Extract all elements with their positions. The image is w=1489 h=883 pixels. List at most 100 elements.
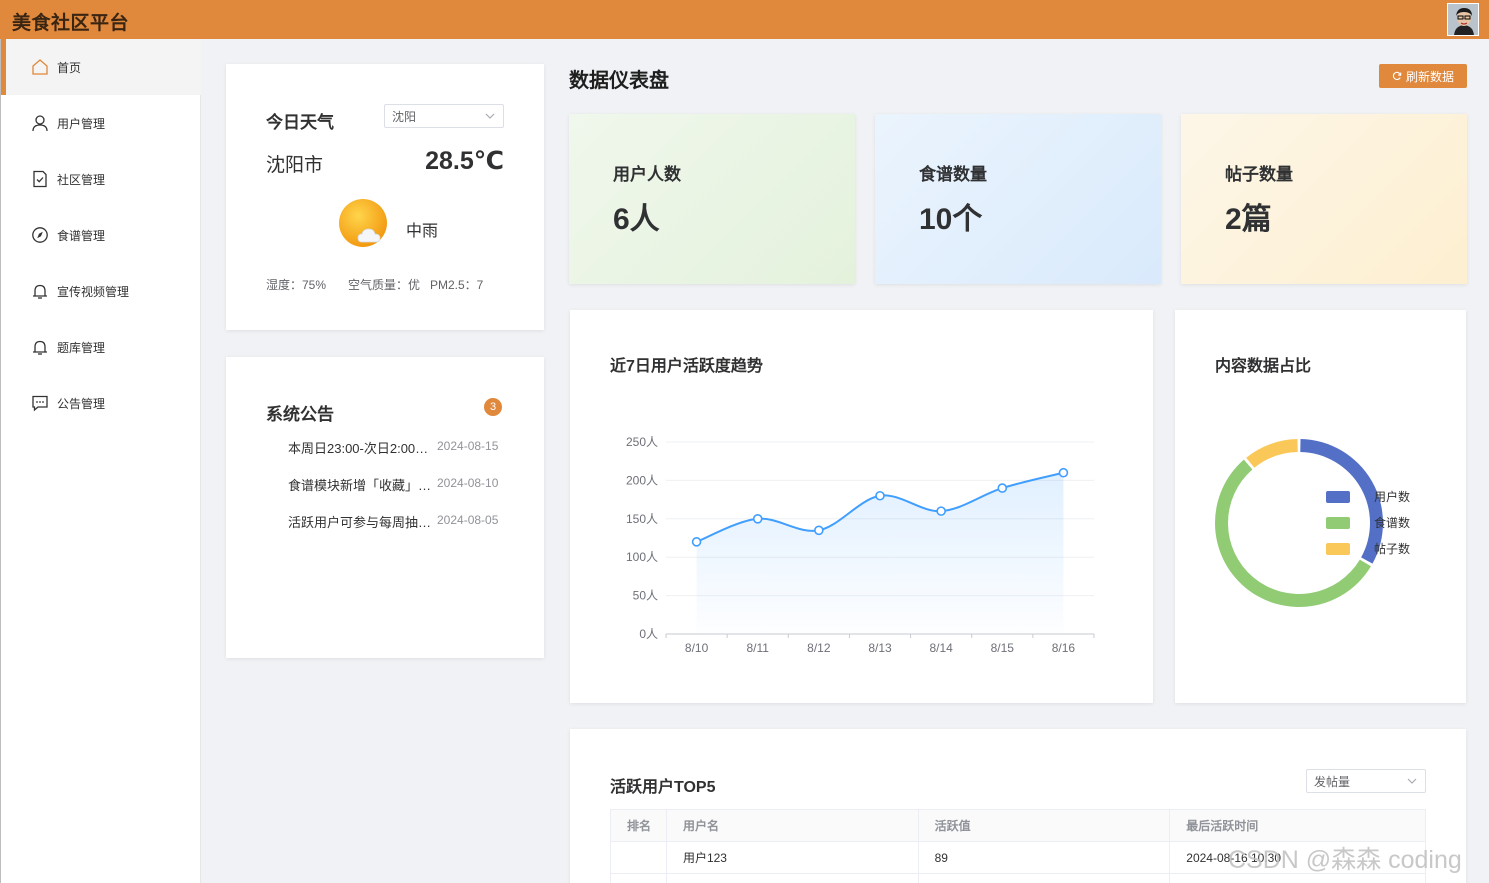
chevron-down-icon <box>1407 778 1417 784</box>
notice-card: 系统公告 3 本周日23:00-次日2:00系统维护 2024-08-15 食谱… <box>226 357 544 658</box>
sidebar-item-user-management[interactable]: 用户管理 <box>1 95 201 151</box>
sidebar-item-label: 食谱管理 <box>57 229 106 243</box>
column-header-activity[interactable]: 活跃值 <box>917 809 1171 842</box>
sidebar-item-recipe-management[interactable]: 食谱管理 <box>1 207 201 263</box>
sidebar-item-label: 公告管理 <box>57 397 106 411</box>
column-header-rank[interactable]: 排名 <box>610 809 667 842</box>
stat-label: 用户人数 <box>613 165 681 184</box>
city-select[interactable]: 沈阳 <box>384 104 504 128</box>
sidebar-item-community-management[interactable]: 社区管理 <box>1 151 201 207</box>
data-point[interactable] <box>691 537 702 547</box>
temperature: 28.5℃ <box>425 147 504 175</box>
dashboard-title: 数据仪表盘 <box>569 70 669 92</box>
top-users-title: 活跃用户TOP5 <box>610 779 716 796</box>
notice-item[interactable]: 活跃用户可参与每周抽奖活动 2024-08-05 <box>288 512 528 532</box>
data-point[interactable] <box>997 483 1008 493</box>
stat-card-users: 用户人数 6人 <box>569 114 855 284</box>
sidebar-item-question-bank-management[interactable]: 题库管理 <box>1 319 201 375</box>
data-point[interactable] <box>814 525 824 536</box>
data-point[interactable] <box>752 514 763 524</box>
data-point[interactable] <box>1058 467 1069 478</box>
y-tick-label: 0人 <box>639 627 658 641</box>
x-tick-label: 8/10 <box>685 641 709 655</box>
cell-rank <box>610 841 667 874</box>
stat-card-posts: 帖子数量 2篇 <box>1181 114 1467 284</box>
table-header-row: 排名 用户名 活跃值 最后活跃时间 <box>610 809 1426 842</box>
cell-activity: 89 <box>917 841 1171 874</box>
legend-swatch[interactable] <box>1326 491 1350 503</box>
legend-swatch[interactable] <box>1326 543 1350 555</box>
x-tick-label: 8/14 <box>929 641 953 655</box>
watermark: CSDN @森森 coding <box>1228 846 1462 874</box>
x-tick-label: 8/16 <box>1052 641 1076 655</box>
top-bar: 美食社区平台 <box>0 0 1489 39</box>
pie-slice[interactable] <box>1215 459 1371 607</box>
content-share-card: 内容数据占比 用户数 食谱数 帖子数 <box>1175 310 1466 703</box>
y-tick-label: 150人 <box>626 512 658 526</box>
user-icon <box>32 115 48 132</box>
x-tick-label: 8/11 <box>746 641 769 655</box>
legend-label[interactable]: 帖子数 <box>1374 541 1410 556</box>
bell-icon <box>33 284 47 299</box>
stat-value: 2篇 <box>1225 203 1272 236</box>
humidity: 湿度：75% <box>266 278 327 292</box>
cell-username: 用户123 <box>665 841 919 874</box>
pm25: PM2.5：7 <box>430 278 484 292</box>
y-tick-label: 100人 <box>626 550 658 564</box>
data-point[interactable] <box>875 490 885 501</box>
weather-card: 今日天气 沈阳 沈阳市 28.5℃ 中雨 湿度：75% 空气质量：优 PM2.5… <box>226 64 544 330</box>
notice-date: 2024-08-10 <box>437 476 499 490</box>
chat-icon <box>32 395 48 412</box>
weather-icon <box>338 198 392 250</box>
y-tick-label: 200人 <box>626 473 658 487</box>
y-tick-label: 50人 <box>633 589 658 603</box>
legend-label[interactable]: 用户数 <box>1374 489 1410 504</box>
sidebar-item-announcement-management[interactable]: 公告管理 <box>1 375 201 431</box>
stat-card-recipes: 食谱数量 10个 <box>875 114 1161 284</box>
refresh-data-button[interactable]: 刷新数据 <box>1379 64 1467 88</box>
chevron-down-icon <box>485 113 495 119</box>
x-tick-label: 8/13 <box>868 641 892 655</box>
notice-title: 系统公告 <box>266 405 334 424</box>
column-header-username[interactable]: 用户名 <box>665 809 919 842</box>
refresh-icon <box>1392 71 1402 80</box>
air-quality: 空气质量：优 <box>348 278 421 292</box>
sidebar-item-label: 首页 <box>57 61 82 75</box>
user-avatar[interactable] <box>1447 3 1479 36</box>
sidebar-item-label: 用户管理 <box>57 117 106 131</box>
notice-item[interactable]: 食谱模块新增「收藏」功能 2024-08-10 <box>288 475 528 495</box>
stat-value: 10个 <box>919 203 983 236</box>
stat-label: 食谱数量 <box>919 165 987 184</box>
app-title: 美食社区平台 <box>12 13 130 34</box>
notice-date: 2024-08-05 <box>437 513 499 527</box>
notice-item[interactable]: 本周日23:00-次日2:00系统维护 2024-08-15 <box>288 438 528 458</box>
city-name: 沈阳市 <box>266 155 324 176</box>
stat-value: 6人 <box>613 203 660 236</box>
stat-label: 帖子数量 <box>1225 165 1293 184</box>
trend-chart-card: 近7日用户活跃度趋势 0人 50人 100人 150人 200人 250人 8/10 8/11… <box>570 310 1153 703</box>
notice-text: 活跃用户可参与每周抽奖活动 <box>288 515 432 530</box>
sort-select-value: 发帖量 <box>1314 774 1351 789</box>
weather-title: 今日天气 <box>266 113 334 132</box>
home-icon <box>32 59 48 75</box>
document-check-icon <box>33 170 47 188</box>
legend-label[interactable]: 食谱数 <box>1374 515 1410 530</box>
sidebar-item-home[interactable]: 首页 <box>1 39 201 95</box>
legend-swatch[interactable] <box>1326 517 1350 529</box>
notice-count-badge: 3 <box>484 398 502 416</box>
column-header-last-active[interactable]: 最后活跃时间 <box>1169 809 1426 842</box>
sort-select[interactable]: 发帖量 <box>1306 769 1426 793</box>
sidebar: 首页 用户管理 社区管理 食谱管理 宣传视频管理 题库管理 公告管理 <box>0 39 201 883</box>
sidebar-item-label: 宣传视频管理 <box>57 285 130 299</box>
sidebar-item-promo-video-management[interactable]: 宣传视频管理 <box>1 263 201 319</box>
city-select-value: 沈阳 <box>392 109 417 124</box>
pie-slice[interactable] <box>1246 439 1298 468</box>
notice-text: 本周日23:00-次日2:00系统维护 <box>288 441 432 456</box>
y-tick-label: 250人 <box>626 435 658 449</box>
refresh-data-label: 刷新数据 <box>1405 69 1454 84</box>
bell-icon <box>33 340 47 355</box>
line-chart: 0人 50人 100人 150人 200人 250人 8/10 8/11 8/12 8/13 8/1… <box>626 435 1095 655</box>
data-point[interactable] <box>936 506 946 516</box>
donut-chart: 用户数食谱数帖子数 <box>1215 439 1410 607</box>
compass-icon <box>32 227 48 243</box>
